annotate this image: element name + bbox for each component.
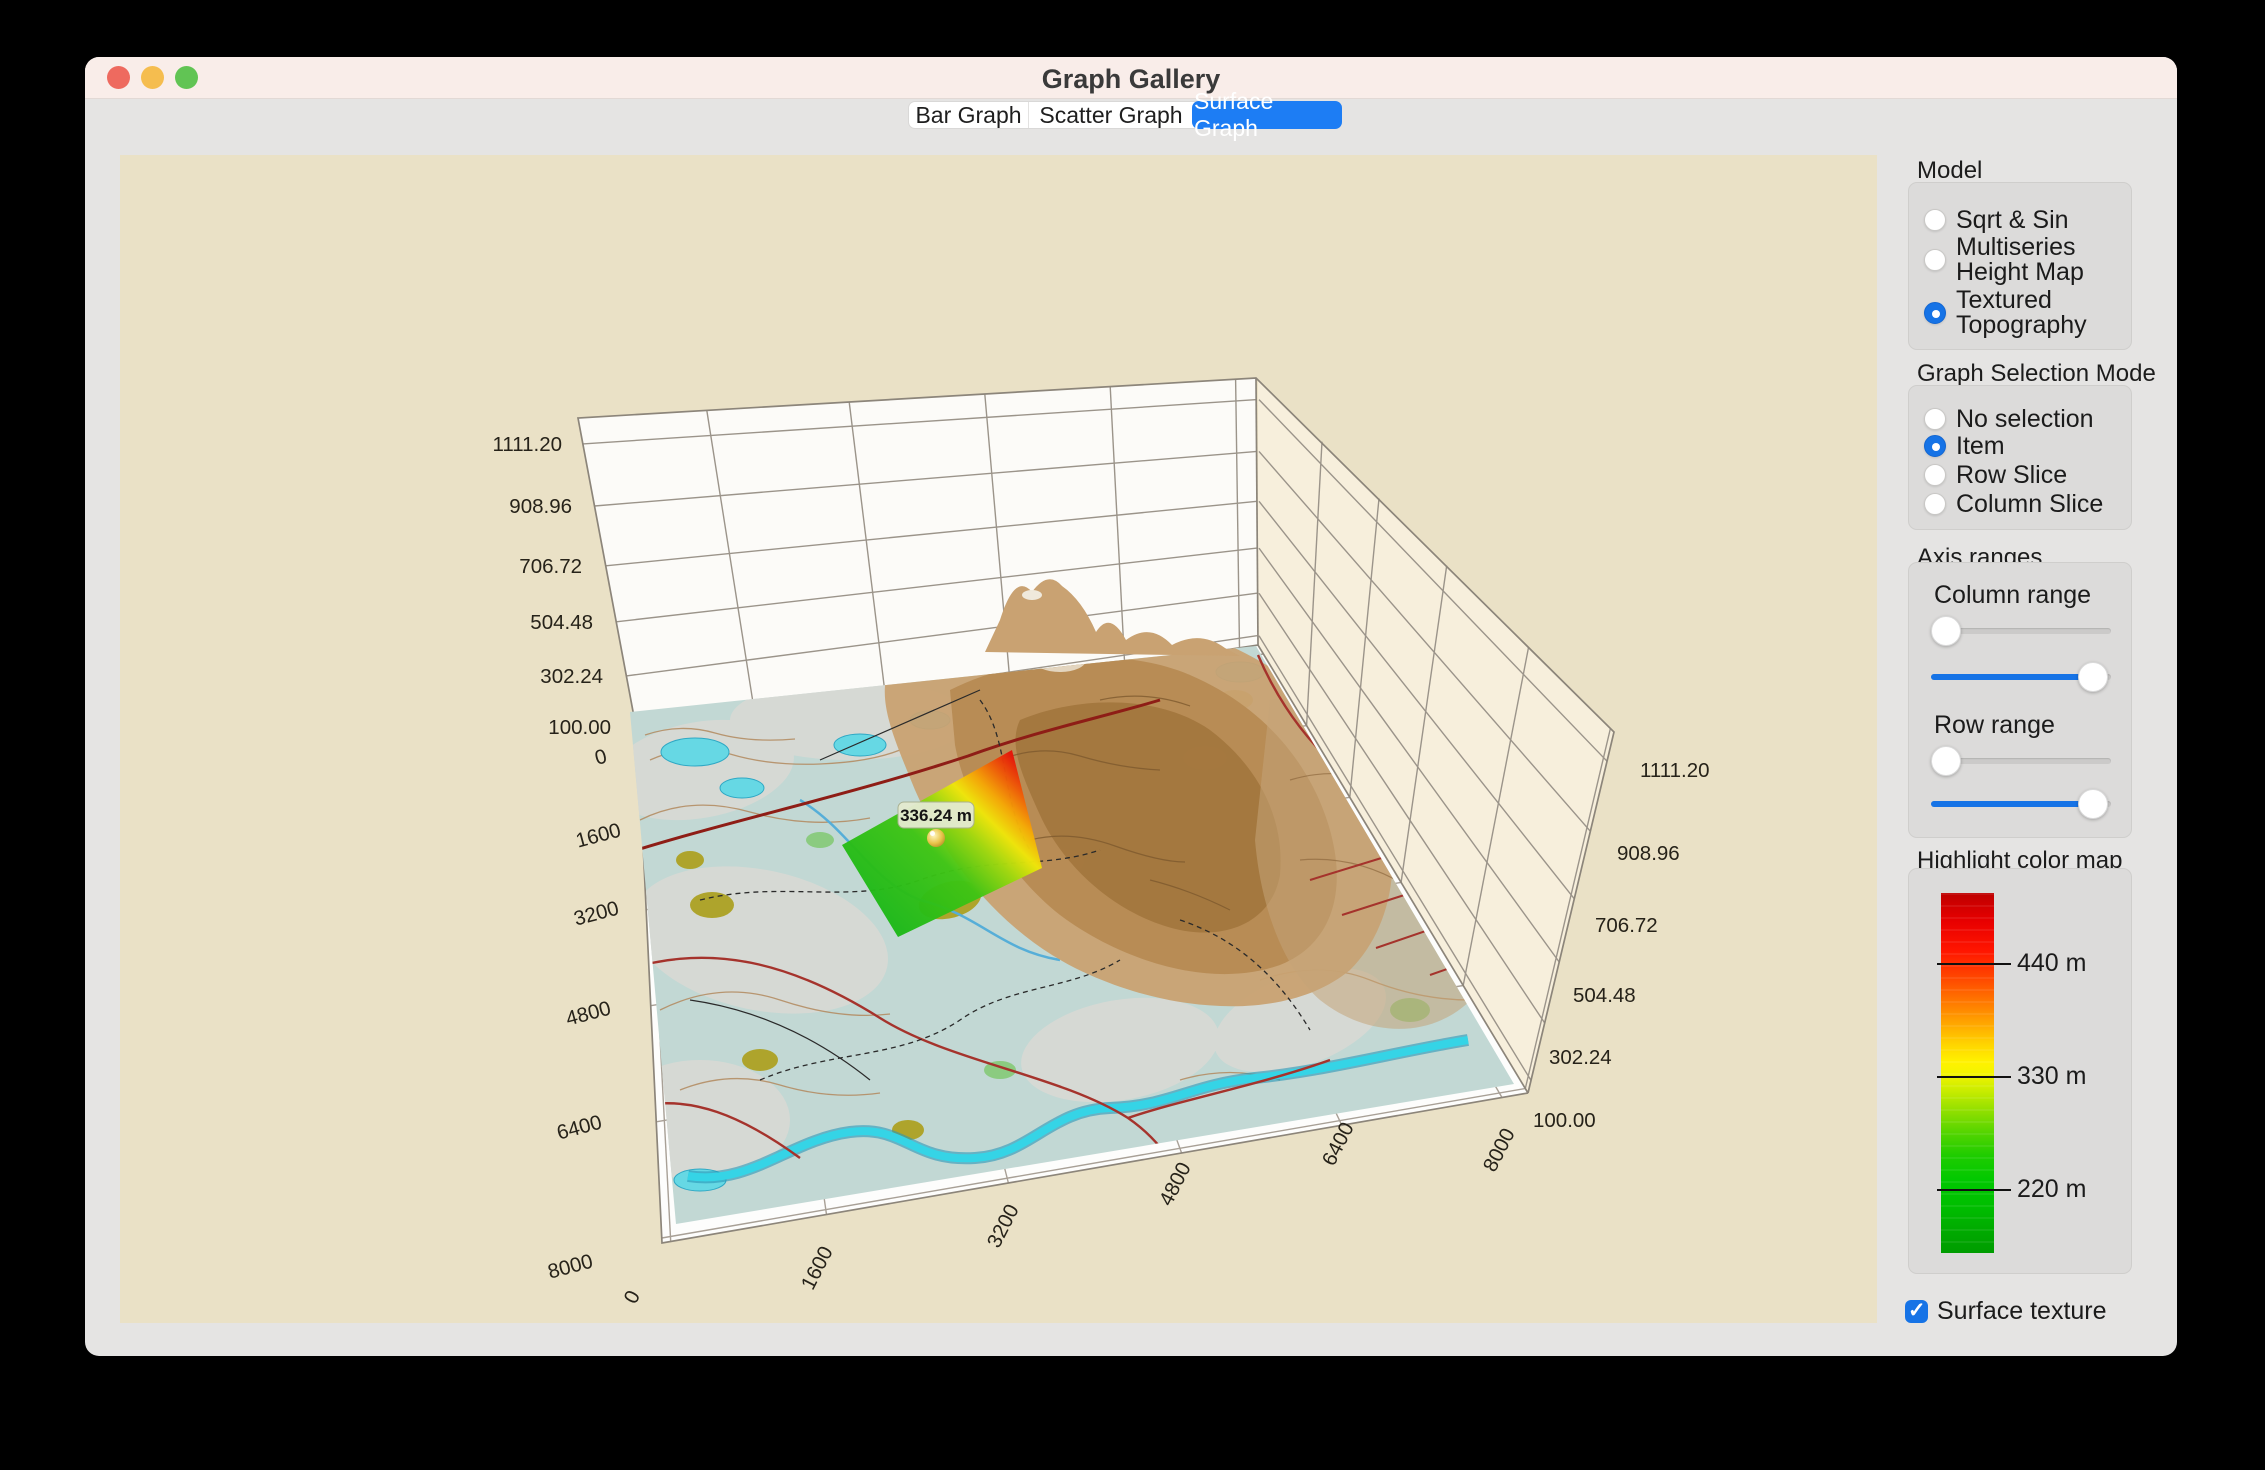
colormap-tick bbox=[1937, 1189, 2011, 1191]
column-range-max-slider[interactable] bbox=[1931, 662, 2111, 692]
marker-highlight bbox=[930, 831, 935, 836]
axis-tick-label: 706.72 bbox=[1595, 914, 1658, 937]
model-heading: Model bbox=[1917, 157, 1982, 185]
slider-thumb[interactable] bbox=[2078, 662, 2108, 692]
selection-mode-group: No selection Item Row Slice Column Slice bbox=[1908, 385, 2132, 530]
screen: Graph Gallery Bar Graph Scatter Graph Su… bbox=[0, 0, 2265, 1470]
radio-off-icon bbox=[1924, 209, 1946, 231]
radio-item[interactable]: Item bbox=[1924, 432, 2005, 460]
colormap-tick bbox=[1937, 1076, 2011, 1078]
axis-tick-label: 1111.20 bbox=[1640, 759, 1710, 782]
axis-tick-label: 504.48 bbox=[530, 611, 593, 634]
radio-off-icon bbox=[1924, 493, 1946, 515]
graph-tooltip: 336.24 m bbox=[898, 802, 974, 828]
slider-fill bbox=[1931, 801, 2093, 807]
selected-point-marker[interactable] bbox=[927, 829, 945, 847]
radio-sqrt-sin[interactable]: Sqrt & Sin bbox=[1924, 205, 2069, 235]
row-range-max-slider[interactable] bbox=[1931, 789, 2111, 819]
surface-graph-3d-view[interactable]: 336.24 m 1111.20 908.96 706.72 504.48 302.24… bbox=[120, 155, 1877, 1323]
axis-tick-label: 1111.20 bbox=[492, 433, 562, 456]
radio-off-icon bbox=[1924, 464, 1946, 486]
axis-tick-label: 302.24 bbox=[1549, 1046, 1612, 1069]
selection-mode-heading: Graph Selection Mode bbox=[1917, 360, 2156, 388]
radio-off-icon bbox=[1924, 249, 1946, 271]
axis-tick-label: 302.24 bbox=[540, 665, 603, 688]
radio-textured-topography[interactable]: Textured Topography bbox=[1924, 286, 2087, 340]
radio-multiseries-height-map[interactable]: Multiseries Height Map bbox=[1924, 233, 2084, 287]
titlebar: Graph Gallery bbox=[85, 57, 2177, 99]
axis-tick-label: 100.00 bbox=[1533, 1109, 1596, 1132]
radio-on-icon bbox=[1924, 302, 1946, 324]
slider-thumb[interactable] bbox=[1931, 616, 1961, 646]
column-range-min-slider[interactable] bbox=[1931, 616, 2111, 646]
axis-ranges-group: Column range Row range bbox=[1908, 562, 2132, 838]
radio-no-selection[interactable]: No selection bbox=[1924, 405, 2094, 433]
tab-scatter-graph[interactable]: Scatter Graph bbox=[1028, 102, 1193, 128]
slider-thumb[interactable] bbox=[2078, 789, 2108, 819]
axis-tick-label: 100.00 bbox=[548, 716, 611, 739]
axis-tick-label: 504.48 bbox=[1573, 984, 1636, 1007]
surface-texture-label: Surface texture bbox=[1937, 1297, 2107, 1326]
radio-row-slice[interactable]: Row Slice bbox=[1924, 461, 2067, 489]
window-title: Graph Gallery bbox=[85, 64, 2177, 95]
colormap-tick bbox=[1937, 963, 2011, 965]
app-window: Graph Gallery Bar Graph Scatter Graph Su… bbox=[85, 57, 2177, 1356]
graph-type-tabs: Bar Graph Scatter Graph Surface Graph bbox=[908, 101, 1342, 129]
row-range-label: Row range bbox=[1934, 711, 2055, 740]
row-range-min-slider[interactable] bbox=[1931, 746, 2111, 776]
checkbox-checked-icon[interactable] bbox=[1905, 1300, 1928, 1323]
axis-tick-label: 908.96 bbox=[509, 495, 572, 518]
colormap-group: 440 m 330 m 220 m bbox=[1908, 868, 2132, 1274]
colormap-tick-label: 330 m bbox=[2017, 1062, 2086, 1091]
surface-texture-checkbox-row[interactable]: Surface texture bbox=[1905, 1297, 2107, 1326]
colormap-tick-label: 440 m bbox=[2017, 949, 2086, 978]
radio-on-icon bbox=[1924, 435, 1946, 457]
tooltip-value: 336.24 m bbox=[900, 806, 972, 825]
slider-thumb[interactable] bbox=[1931, 746, 1961, 776]
tab-bar-graph[interactable]: Bar Graph bbox=[909, 102, 1028, 128]
color-gradient-bar bbox=[1941, 893, 1994, 1253]
peak-cap bbox=[1022, 590, 1042, 600]
axis-tick-label: 908.96 bbox=[1617, 842, 1680, 865]
radio-off-icon bbox=[1924, 408, 1946, 430]
radio-column-slice[interactable]: Column Slice bbox=[1924, 490, 2103, 518]
model-group: Sqrt & Sin Multiseries Height Map Textur… bbox=[1908, 182, 2132, 350]
slider-fill bbox=[1931, 674, 2093, 680]
colormap-tick-label: 220 m bbox=[2017, 1175, 2086, 1204]
column-range-label: Column range bbox=[1934, 581, 2091, 610]
axis-tick-label: 706.72 bbox=[519, 555, 582, 578]
tab-surface-graph[interactable]: Surface Graph bbox=[1192, 101, 1342, 129]
